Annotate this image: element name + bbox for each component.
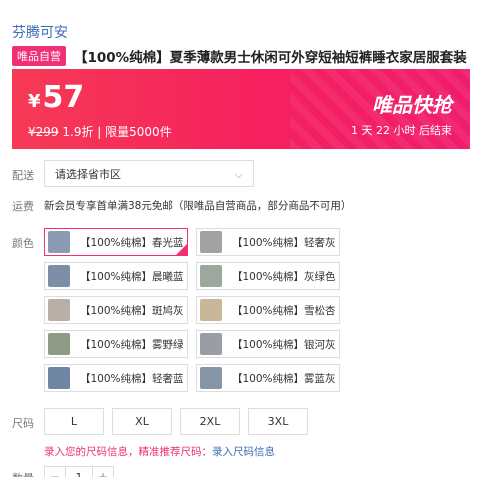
color-option[interactable]: 【100%纯棉】晨曦蓝	[44, 262, 188, 290]
color-option[interactable]: 【100%纯棉】雪松杏	[196, 296, 340, 324]
color-thumbnail	[200, 299, 222, 321]
color-thumbnail	[48, 367, 70, 389]
size-option-3xl[interactable]: 3XL	[248, 408, 308, 435]
discount-text: 1.9折	[62, 125, 94, 139]
color-thumbnail	[200, 333, 222, 355]
color-thumbnail	[48, 265, 70, 287]
selected-check-icon	[176, 244, 187, 255]
color-option[interactable]: 【100%纯棉】春光蓝	[44, 228, 188, 256]
enter-size-link[interactable]: 录入尺码信息	[212, 446, 275, 458]
size-option-xl[interactable]: XL	[112, 408, 172, 435]
color-option[interactable]: 【100%纯棉】轻奢灰	[196, 228, 340, 256]
color-option-label: 【100%纯棉】灰绿色	[232, 270, 336, 283]
color-option[interactable]: 【100%纯棉】银河灰	[196, 330, 340, 358]
quantity-increase-button[interactable]: +	[92, 466, 114, 477]
color-thumbnail	[200, 265, 222, 287]
delivery-label: 配送	[12, 169, 34, 182]
region-select-value: 请选择省市区	[55, 167, 121, 181]
color-thumbnail	[48, 333, 70, 355]
self-operated-badge: 唯品自营	[12, 46, 66, 66]
size-label: 尺码	[12, 417, 34, 430]
shipping-label: 运费	[12, 200, 34, 213]
size-options: L XL 2XL 3XL	[44, 408, 316, 435]
product-title-row: 唯品自营 【100%纯棉】夏季薄款男士休闲可外穿短袖短裤睡衣家居服套装	[12, 46, 467, 66]
size-note: 录入您的尺码信息，精准推荐尺码：录入尺码信息	[44, 444, 275, 459]
original-price: ¥299	[28, 125, 59, 139]
price-details: ¥299 1.9折 | 限量5000件	[28, 123, 172, 140]
price-value: 57	[42, 80, 85, 115]
color-option-label: 【100%纯棉】银河灰	[232, 338, 336, 351]
color-option-label: 【100%纯棉】雾蓝灰	[232, 372, 336, 385]
product-title: 【100%纯棉】夏季薄款男士休闲可外穿短袖短裤睡衣家居服套装	[74, 50, 467, 66]
color-option-label: 【100%纯棉】雾野绿	[80, 338, 184, 351]
color-option-label: 【100%纯棉】雪松杏	[232, 304, 336, 317]
quantity-value[interactable]: 1	[66, 466, 92, 477]
flash-sale-title: 唯品快抢	[372, 93, 452, 117]
color-label: 颜色	[12, 237, 34, 250]
color-option[interactable]: 【100%纯棉】雾蓝灰	[196, 364, 340, 392]
shipping-info: 新会员专享首单满38元免邮（限唯品自营商品，部分商品不可用）	[44, 200, 352, 212]
quantity-label: 数量	[12, 470, 34, 477]
countdown-timer: 1 天 22 小时 后结束	[351, 124, 452, 137]
color-thumbnail	[48, 299, 70, 321]
chevron-down-icon: ⌵	[234, 168, 243, 181]
sale-price: ¥ 57	[28, 83, 84, 113]
quantity-decrease-button[interactable]: −	[44, 466, 66, 477]
color-thumbnail	[200, 367, 222, 389]
color-option-label: 【100%纯棉】轻奢灰	[232, 236, 336, 249]
flash-sale-banner: ¥ 57 ¥299 1.9折 | 限量5000件 唯品快抢 1 天 22 小时 …	[12, 69, 470, 149]
color-option-label: 【100%纯棉】晨曦蓝	[80, 270, 184, 283]
color-option[interactable]: 【100%纯棉】轻奢蓝	[44, 364, 188, 392]
size-option-l[interactable]: L	[44, 408, 104, 435]
brand-name[interactable]: 芬腾可安	[12, 22, 68, 42]
limit-text: | 限量5000件	[97, 125, 172, 139]
color-option-label: 【100%纯棉】春光蓝	[80, 236, 184, 249]
color-thumbnail	[200, 231, 222, 253]
size-note-hint: 录入您的尺码信息，精准推荐尺码：	[44, 446, 212, 458]
region-select[interactable]: 请选择省市区 ⌵	[44, 160, 254, 187]
color-option[interactable]: 【100%纯棉】斑鸠灰	[44, 296, 188, 324]
color-option[interactable]: 【100%纯棉】灰绿色	[196, 262, 340, 290]
currency-symbol: ¥	[28, 91, 41, 112]
color-thumbnail	[48, 231, 70, 253]
color-option[interactable]: 【100%纯棉】雾野绿	[44, 330, 188, 358]
color-option-label: 【100%纯棉】轻奢蓝	[80, 372, 184, 385]
size-option-2xl[interactable]: 2XL	[180, 408, 240, 435]
quantity-stepper: − 1 +	[44, 466, 114, 477]
color-option-label: 【100%纯棉】斑鸠灰	[80, 304, 184, 317]
